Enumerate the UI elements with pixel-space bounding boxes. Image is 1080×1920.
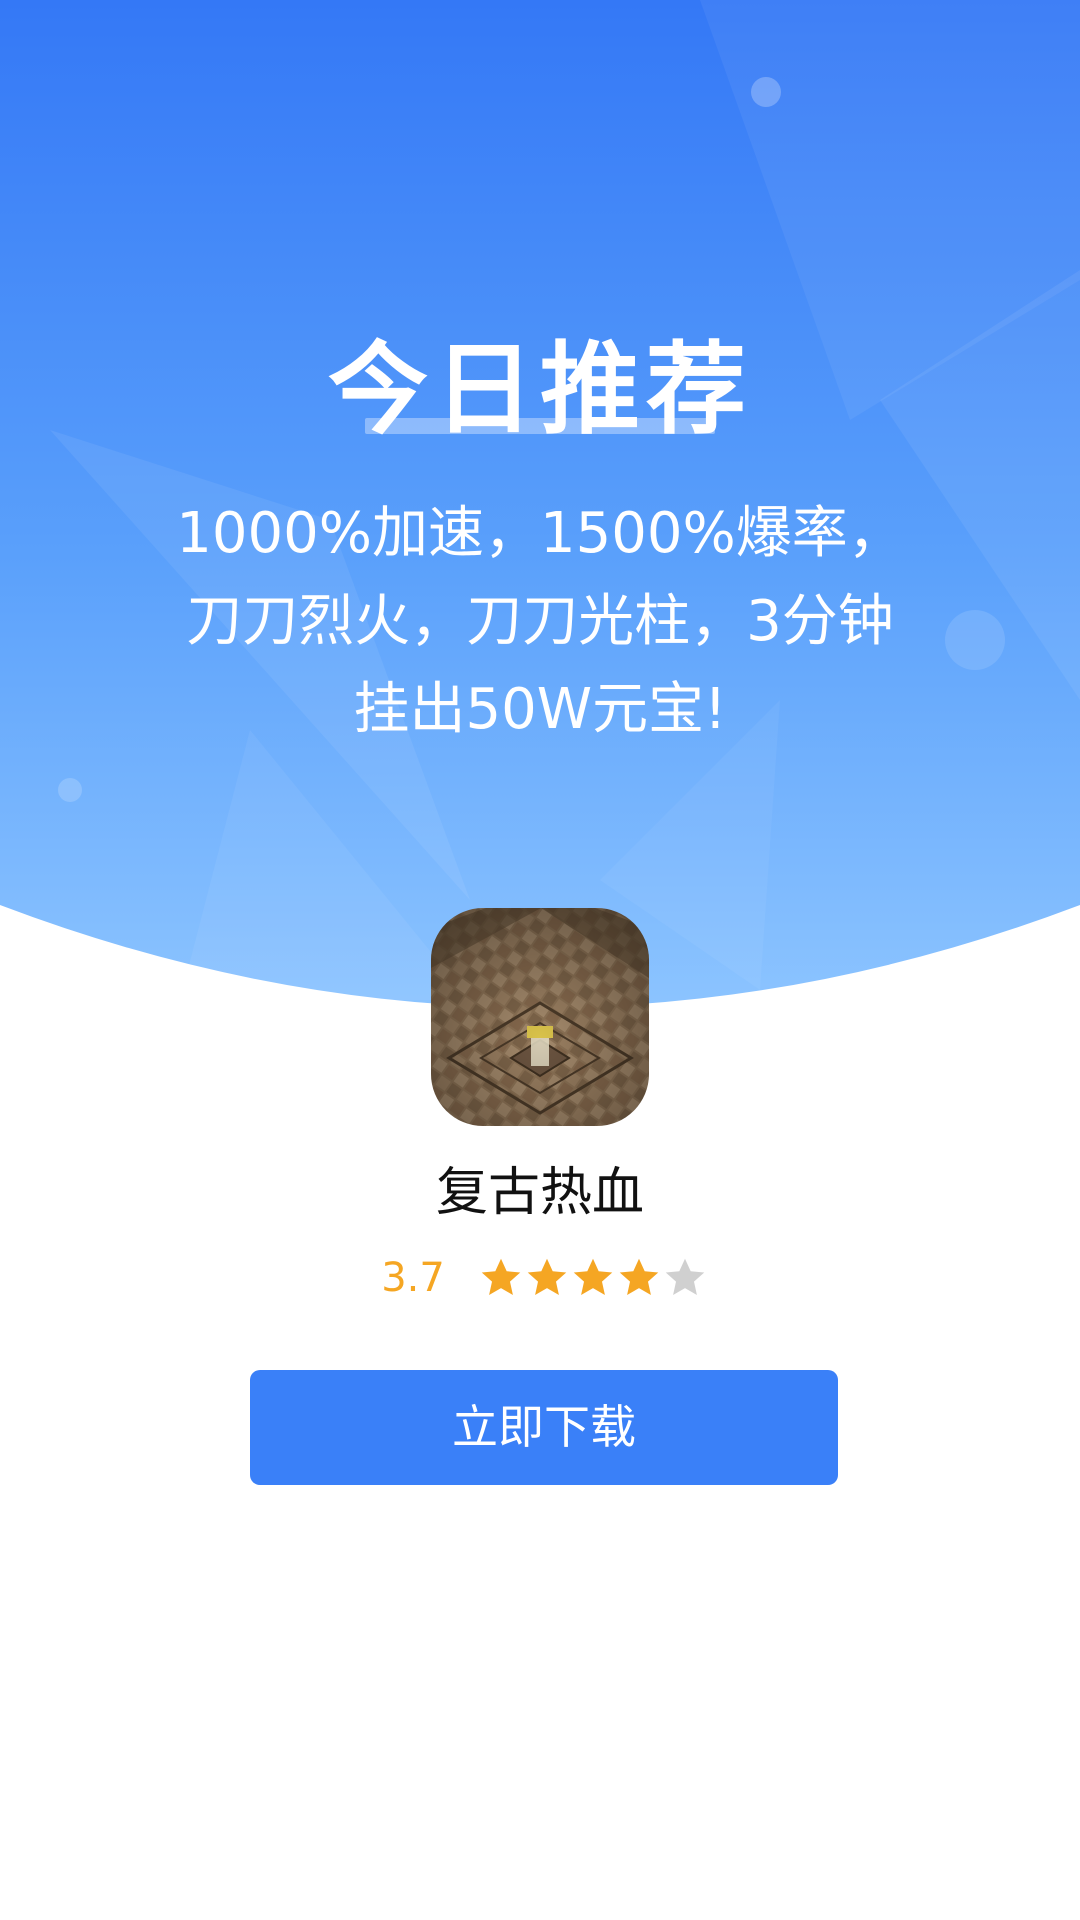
rating: 3.7: [0, 1248, 1080, 1308]
star-filled-icon: [481, 1258, 521, 1296]
star-rating: [479, 1256, 709, 1300]
page: 今日推荐 1000%加速，1500%爆率， 刀刀烈火，刀刀光柱，3分钟 挂出50…: [0, 0, 1080, 1920]
download-button[interactable]: 立即下载: [250, 1370, 838, 1485]
star-filled-icon: [573, 1258, 613, 1296]
page-title: 今日推荐: [328, 331, 752, 448]
star-filled-icon: [527, 1258, 567, 1296]
star-empty-icon: [665, 1258, 705, 1296]
promo-line-3: 挂出50W元宝!: [353, 677, 727, 742]
promo-line-1: 1000%加速，1500%爆率，: [176, 501, 904, 566]
app-icon[interactable]: [431, 908, 649, 1126]
app-name: 复古热血: [435, 1163, 644, 1223]
promo-description: 1000%加速，1500%爆率， 刀刀烈火，刀刀光柱，3分钟 挂出50W元宝!: [120, 490, 960, 754]
promo-line-2: 刀刀烈火，刀刀光柱，3分钟: [186, 589, 894, 654]
star-filled-icon: [619, 1258, 659, 1296]
rating-score: 3.7: [381, 1255, 445, 1301]
